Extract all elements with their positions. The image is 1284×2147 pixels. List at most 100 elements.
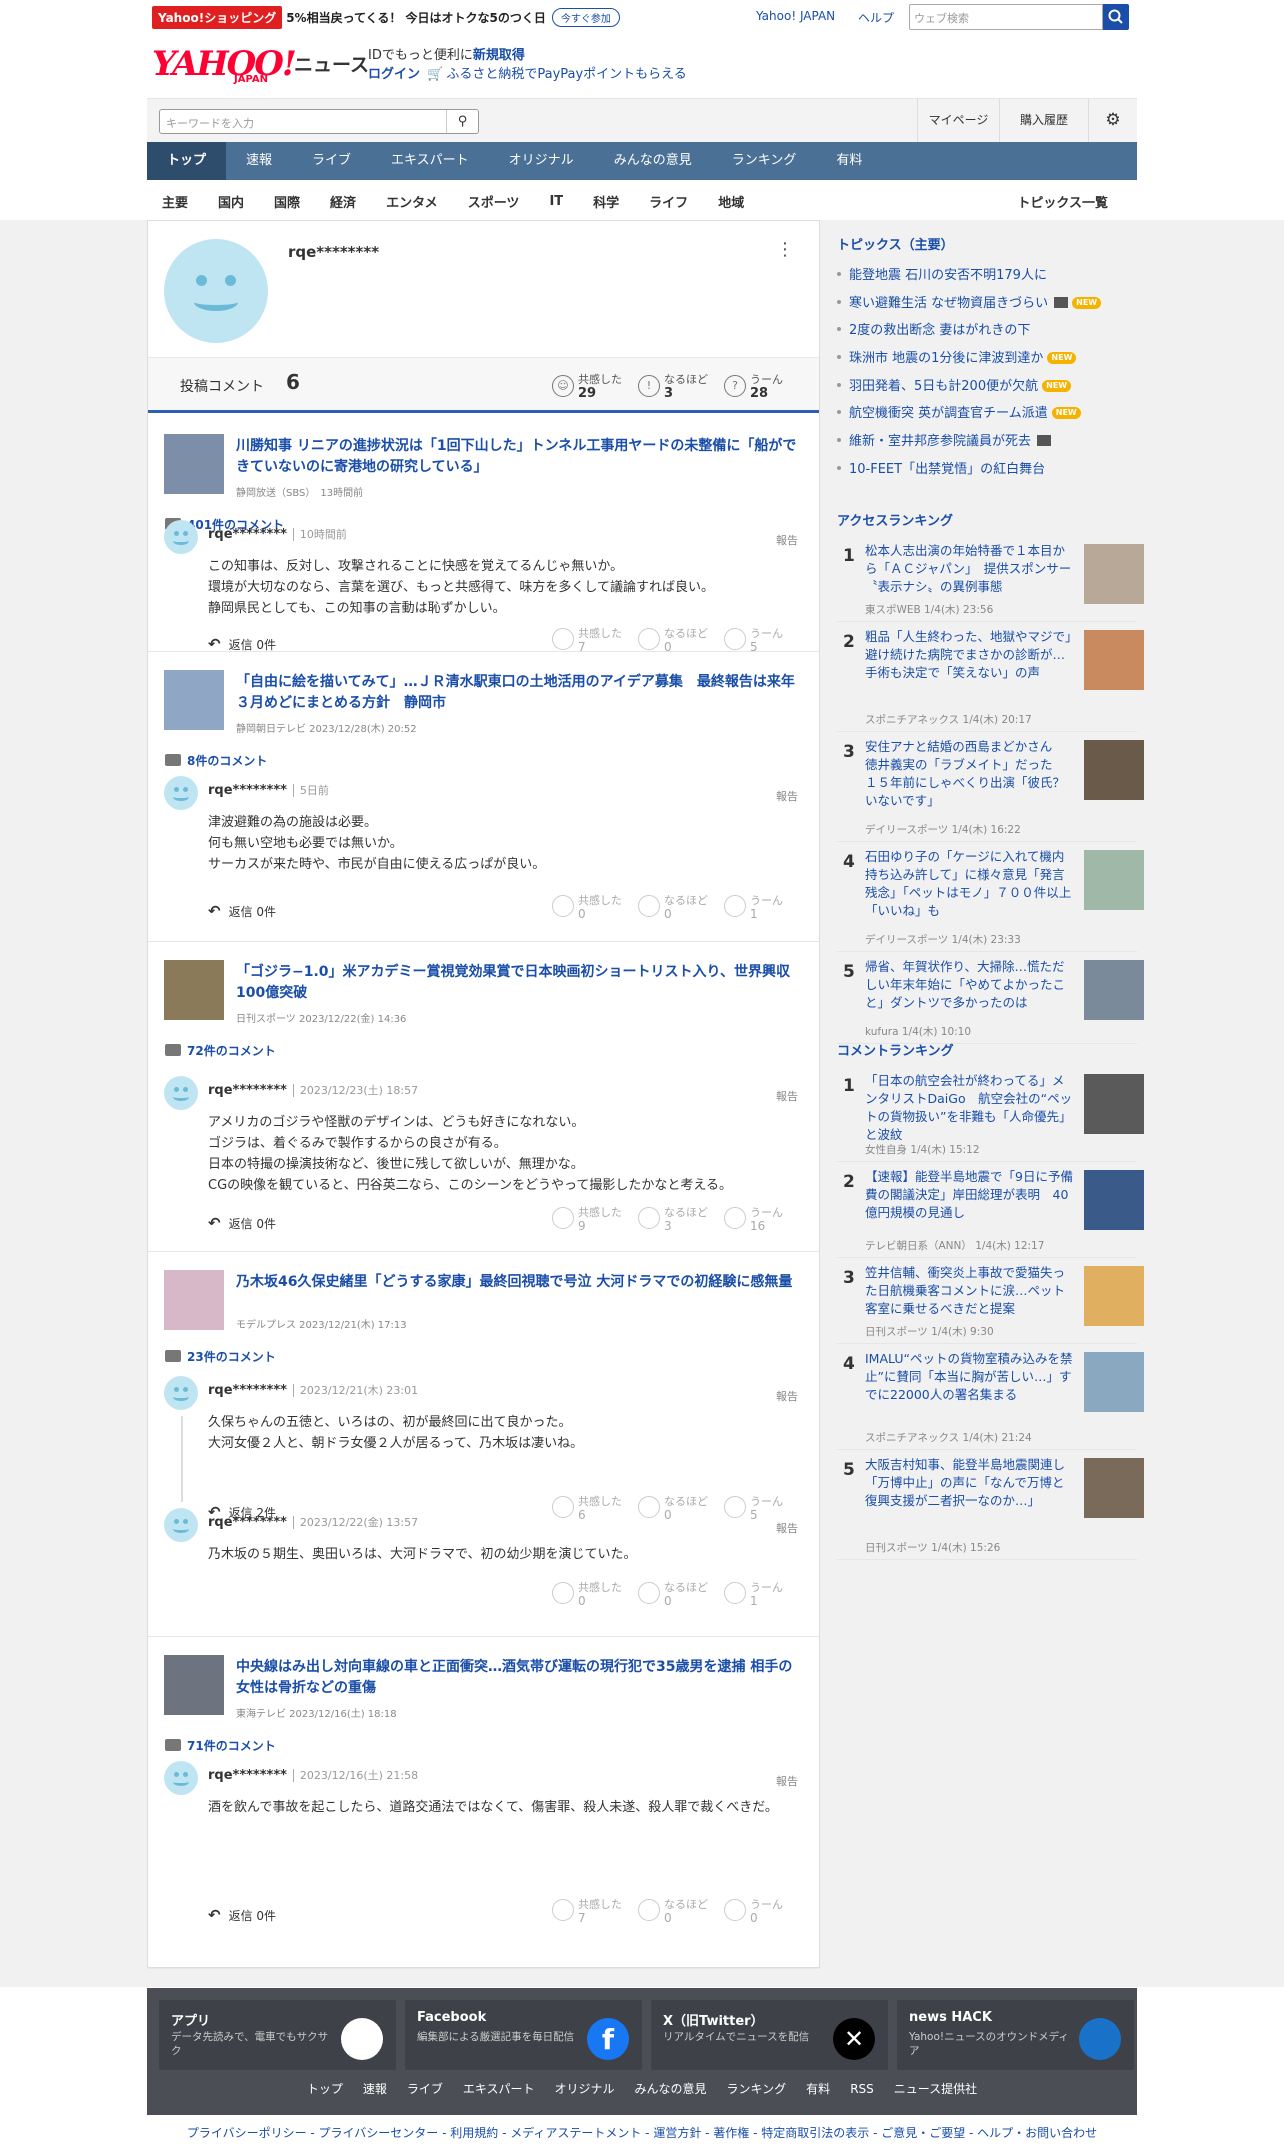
- ranking-title[interactable]: IMALU“ペットの貨物室積み込みを禁止”に賛同「本当に胸が苦しい…」すでに22…: [865, 1350, 1075, 1404]
- search-icon[interactable]: ⚲: [446, 110, 478, 133]
- ranking-thumbnail[interactable]: [1084, 850, 1144, 910]
- web-search-button[interactable]: [1103, 4, 1129, 30]
- topics-title[interactable]: トピックス（主要）: [837, 234, 954, 253]
- ranking-item[interactable]: 1 松本人志出演の年始特番で１本目から「ＡＣジャパン」 提供スポンサー〝表示ナシ〟…: [837, 536, 1144, 622]
- ranking-thumbnail[interactable]: [1084, 1170, 1144, 1230]
- ranking-item[interactable]: 5 大阪吉村知事、能登半島地震関連し「万博中止」の声に「なんで万博と復興支援が二者…: [837, 1450, 1144, 1560]
- article-thumbnail[interactable]: [164, 1270, 224, 1330]
- article-thumbnail[interactable]: [164, 434, 224, 494]
- cat-life[interactable]: ライフ: [634, 192, 703, 211]
- article-title[interactable]: 乃木坂46久保史緒里「どうする家康」最終回視聴で号泣 大河ドラマでの初経験に感無…: [236, 1272, 806, 1293]
- cat-sports[interactable]: スポーツ: [453, 192, 535, 211]
- mypage-link[interactable]: マイページ: [917, 99, 999, 142]
- uun-button[interactable]: うーん 0: [724, 1896, 784, 1928]
- footer-x[interactable]: X（旧Twitter） リアルタイムでニュースを配信 ✕: [651, 2000, 888, 2070]
- article-thumbnail[interactable]: [164, 670, 224, 730]
- furusato-link[interactable]: ふるさと納税でPayPayポイントもらえる: [446, 67, 686, 82]
- cat-main[interactable]: 主要: [147, 192, 203, 211]
- footer-link[interactable]: RSS: [840, 2082, 884, 2096]
- cat-world[interactable]: 国際: [259, 192, 315, 211]
- reply-button[interactable]: ↶ 返信 0件: [208, 1214, 276, 1232]
- ranking-thumbnail[interactable]: [1084, 1458, 1144, 1518]
- ranking-item[interactable]: 3 笠井信輔、衝突炎上事故で愛猫失った日航機乗客コメントに涙…ペット客室に乗せるべ…: [837, 1258, 1144, 1344]
- shopping-badge[interactable]: Yahoo!ショッピング: [152, 5, 283, 29]
- keyword-search-input[interactable]: キーワードを入力 ⚲: [159, 109, 479, 134]
- ranking-title[interactable]: 大阪吉村知事、能登半島地震関連し「万博中止」の声に「なんで万博と復興支援が二者択…: [865, 1456, 1075, 1510]
- reply-button[interactable]: ↶ 返信 0件: [208, 1906, 276, 1924]
- promo-message[interactable]: 5%相当戻ってくる！ 今日はオトクな5のつく日: [286, 9, 546, 26]
- uun-button[interactable]: うーん 1: [724, 1579, 784, 1611]
- naruhodo-button[interactable]: なるほど 0: [638, 1493, 708, 1525]
- report-link[interactable]: 報告: [776, 532, 798, 548]
- footer-link[interactable]: ランキング: [717, 2082, 797, 2096]
- nav-paid[interactable]: 有料: [816, 142, 882, 180]
- nav-live[interactable]: ライブ: [292, 142, 371, 180]
- empathy-button[interactable]: 共感した 7: [552, 1896, 622, 1928]
- login-link[interactable]: ログイン: [368, 67, 420, 82]
- ranking-item[interactable]: 2 粗品「人生終わった、地獄やマジで」避け続けた病院でまさかの診断が…手術も決定で…: [837, 622, 1144, 732]
- footer-facebook[interactable]: Facebook 編集部による厳選記事を毎日配信 f: [405, 2000, 642, 2070]
- empathy-button[interactable]: 共感した 0: [552, 1579, 622, 1611]
- help-link[interactable]: ヘルプ: [858, 9, 894, 26]
- cat-domestic[interactable]: 国内: [203, 192, 259, 211]
- ranking-title[interactable]: 安住アナと結婚の西島まどかさん 徳井義実の「ラブメイト」だった １５年前にしゃべ…: [865, 738, 1075, 810]
- footer-app[interactable]: アプリ データ先読みで、電車でもサクサク: [159, 2000, 396, 2070]
- purchase-history-link[interactable]: 購入履歴: [999, 99, 1089, 142]
- topic-item[interactable]: 10-FEET「出禁覚悟」の紅白舞台: [837, 460, 1137, 488]
- join-now-button[interactable]: 今すぐ参加: [551, 7, 620, 27]
- comment-ranking-title[interactable]: コメントランキング: [837, 1040, 954, 1059]
- access-ranking-title[interactable]: アクセスランキング: [837, 510, 953, 529]
- article-title[interactable]: 中央線はみ出し対向車線の車と正面衝突…酒気帯び運転の現行犯で35歳男を逮捕 相手…: [236, 1657, 806, 1699]
- uun-button[interactable]: うーん 1: [724, 892, 784, 924]
- naruhodo-button[interactable]: なるほど 0: [638, 1896, 708, 1928]
- topic-item[interactable]: 2度の救出断念 妻はがれきの下: [837, 321, 1137, 349]
- comment-count-link[interactable]: 71件のコメント: [165, 1737, 276, 1754]
- report-link[interactable]: 報告: [776, 1773, 798, 1789]
- footer-link[interactable]: ニュース提供社: [884, 2082, 987, 2096]
- cat-it[interactable]: IT: [534, 194, 578, 209]
- footer-link[interactable]: ライブ: [397, 2082, 453, 2096]
- report-link[interactable]: 報告: [776, 788, 798, 804]
- footer-link[interactable]: オリジナル: [545, 2082, 625, 2096]
- footer-link[interactable]: 速報: [353, 2082, 397, 2096]
- ranking-thumbnail[interactable]: [1084, 630, 1144, 690]
- ranking-thumbnail[interactable]: [1084, 740, 1144, 800]
- comment-count-link[interactable]: 8件のコメント: [165, 752, 267, 769]
- ranking-title[interactable]: 石田ゆり子の「ケージに入れて機内持ち込み許して」に様々意見「発言残念」「ペットは…: [865, 848, 1075, 920]
- cat-science[interactable]: 科学: [578, 192, 634, 211]
- reply-button[interactable]: ↶ 返信 0件: [208, 902, 276, 920]
- empathy-button[interactable]: 共感した 6: [552, 1493, 622, 1525]
- nav-expert[interactable]: エキスパート: [371, 142, 489, 180]
- article-title[interactable]: 「ゴジラ−1.0」米アカデミー賞視覚効果賞で日本映画初ショートリスト入り、世界興…: [236, 962, 806, 1004]
- topic-item[interactable]: 寒い避難生活 なぜ物資届きづらい NEW: [837, 294, 1137, 322]
- report-link[interactable]: 報告: [776, 1520, 798, 1536]
- ranking-thumbnail[interactable]: [1084, 544, 1144, 604]
- topic-item[interactable]: 能登地震 石川の安否不明179人に: [837, 266, 1137, 294]
- naruhodo-button[interactable]: なるほど 0: [638, 892, 708, 924]
- cat-entertainment[interactable]: エンタメ: [371, 192, 453, 211]
- cat-economy[interactable]: 経済: [315, 192, 371, 211]
- nav-ranking[interactable]: ランキング: [712, 142, 817, 180]
- footer-link[interactable]: 有料: [796, 2082, 840, 2096]
- ranking-item[interactable]: 1 「日本の航空会社が終わってる」メンタリストDaiGo 航空会社の“ペットの貨物…: [837, 1066, 1144, 1162]
- legal-links[interactable]: プライバシーポリシー - プライバシーセンター - 利用規約 - メディアステー…: [147, 2124, 1137, 2141]
- topic-item[interactable]: 航空機衝突 英が調査官チーム派遣 NEW: [837, 404, 1137, 432]
- web-search-input[interactable]: ウェブ検索: [909, 4, 1103, 30]
- cat-local[interactable]: 地域: [703, 192, 759, 211]
- nav-top[interactable]: トップ: [147, 142, 227, 180]
- footer-link[interactable]: エキスパート: [453, 2082, 545, 2096]
- naruhodo-button[interactable]: なるほど 0: [638, 1579, 708, 1611]
- ranking-thumbnail[interactable]: [1084, 1352, 1144, 1412]
- ranking-title[interactable]: 【速報】能登半島地震で「9日に予備費の閣議決定」岸田総理が表明 40億円規模の見…: [865, 1168, 1075, 1222]
- ranking-item[interactable]: 2 【速報】能登半島地震で「9日に予備費の閣議決定」岸田総理が表明 40億円規模の…: [837, 1162, 1144, 1258]
- article-title[interactable]: 川勝知事 リニアの進捗状況は「1回下山した」トンネル工事用ヤードの未整備に「船が…: [236, 436, 806, 478]
- uun-button[interactable]: うーん 5: [724, 1493, 784, 1525]
- yahoo-japan-link[interactable]: Yahoo! JAPAN: [756, 9, 835, 23]
- nav-breaking[interactable]: 速報: [226, 142, 292, 180]
- nav-original[interactable]: オリジナル: [489, 142, 594, 180]
- ranking-title[interactable]: 笠井信輔、衝突炎上事故で愛猫失った日航機乗客コメントに涙…ペット客室に乗せるべき…: [865, 1264, 1075, 1318]
- reply-button[interactable]: ↶ 返信 0件: [208, 635, 276, 653]
- article-title[interactable]: 「自由に絵を描いてみて」…ＪＲ清水駅東口の土地活用のアイデア募集 最終報告は来年…: [236, 672, 806, 714]
- ranking-title[interactable]: 粗品「人生終わった、地獄やマジで」避け続けた病院でまさかの診断が…手術も決定で「…: [865, 628, 1075, 682]
- uun-button[interactable]: うーん 16: [724, 1204, 784, 1236]
